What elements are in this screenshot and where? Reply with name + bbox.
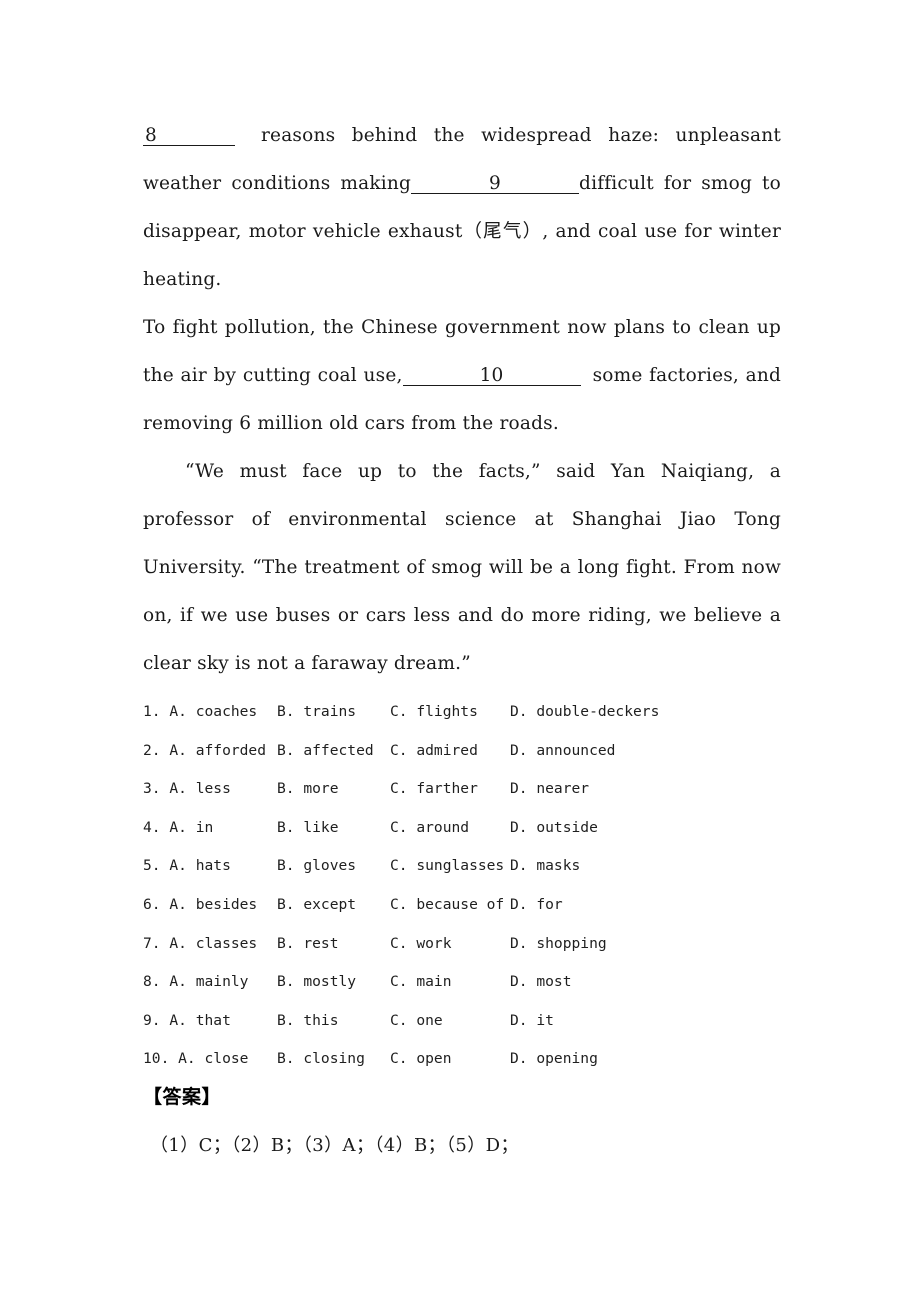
option-d[interactable]: D. announced <box>510 737 615 765</box>
option-d[interactable]: D. outside <box>510 814 598 842</box>
passage-paragraph-1: 8 reasons behind the widespread haze: unp… <box>143 112 781 304</box>
option-b[interactable]: B. like <box>277 814 339 842</box>
option-d[interactable]: D. double-deckers <box>510 698 659 726</box>
option-a[interactable]: 4. A. in <box>143 814 213 842</box>
option-a[interactable]: 1. A. coaches <box>143 698 257 726</box>
blank-10[interactable]: 10 <box>402 366 581 387</box>
option-b[interactable]: B. more <box>277 775 339 803</box>
blank-9[interactable]: 9 <box>411 174 580 195</box>
option-b[interactable]: B. except <box>277 891 356 919</box>
answer-key-heading: 【答案】 <box>143 1086 222 1108</box>
option-c[interactable]: C. around <box>390 814 469 842</box>
option-a[interactable]: 5. A. hats <box>143 852 231 880</box>
option-d[interactable]: D. shopping <box>510 930 607 958</box>
option-d[interactable]: D. it <box>510 1007 554 1035</box>
question-row-5: 5. A. hats B. gloves C. sunglasses D. ma… <box>143 852 783 891</box>
question-row-2: 2. A. afforded B. affected C. admired D.… <box>143 737 783 776</box>
question-row-4: 4. A. in B. like C. around D. outside <box>143 814 783 853</box>
question-row-10: 10. A. close B. closing C. open D. openi… <box>143 1045 783 1084</box>
option-a[interactable]: 9. A. that <box>143 1007 231 1035</box>
option-c[interactable]: C. admired <box>390 737 478 765</box>
option-b[interactable]: B. trains <box>277 698 356 726</box>
blank-8[interactable]: 8 <box>143 126 235 147</box>
passage-paragraph-2: To fight pollution, the Chinese governme… <box>143 304 781 448</box>
option-d[interactable]: D. nearer <box>510 775 589 803</box>
option-b[interactable]: B. this <box>277 1007 339 1035</box>
passage-paragraph-3: “We must face up to the facts,” said Yan… <box>143 461 781 674</box>
question-row-7: 7. A. classes B. rest C. work D. shoppin… <box>143 930 783 969</box>
option-c[interactable]: C. one <box>390 1007 443 1035</box>
option-d[interactable]: D. for <box>510 891 563 919</box>
option-b[interactable]: B. rest <box>277 930 339 958</box>
option-b[interactable]: B. mostly <box>277 968 356 996</box>
option-a[interactable]: 10. A. close <box>143 1045 248 1073</box>
option-a[interactable]: 2. A. afforded <box>143 737 266 765</box>
option-c[interactable]: C. main <box>390 968 452 996</box>
question-row-9: 9. A. that B. this C. one D. it <box>143 1007 783 1046</box>
option-b[interactable]: B. gloves <box>277 852 356 880</box>
option-a[interactable]: 3. A. less <box>143 775 231 803</box>
question-row-6: 6. A. besides B. except C. because of D.… <box>143 891 783 930</box>
passage-body: 8 reasons behind the widespread haze: unp… <box>143 112 781 688</box>
option-c[interactable]: C. flights <box>390 698 478 726</box>
document-page: 8 reasons behind the widespread haze: unp… <box>0 0 920 1302</box>
option-c[interactable]: C. sunglasses <box>390 852 504 880</box>
option-a[interactable]: 7. A. classes <box>143 930 257 958</box>
option-d[interactable]: D. most <box>510 968 572 996</box>
question-row-8: 8. A. mainly B. mostly C. main D. most <box>143 968 783 1007</box>
question-row-1: 1. A. coaches B. trains C. flights D. do… <box>143 698 783 737</box>
option-c[interactable]: C. farther <box>390 775 478 803</box>
question-options-list: 1. A. coaches B. trains C. flights D. do… <box>143 698 783 1084</box>
answer-key-line: （1）C；（2）B；（3）A；（4）B；（5）D； <box>150 1135 519 1156</box>
option-c[interactable]: C. open <box>390 1045 452 1073</box>
option-d[interactable]: D. opening <box>510 1045 598 1073</box>
option-d[interactable]: D. masks <box>510 852 580 880</box>
option-b[interactable]: B. affected <box>277 737 374 765</box>
option-b[interactable]: B. closing <box>277 1045 365 1073</box>
option-a[interactable]: 8. A. mainly <box>143 968 248 996</box>
option-c[interactable]: C. because of <box>390 891 504 919</box>
option-a[interactable]: 6. A. besides <box>143 891 257 919</box>
option-c[interactable]: C. work <box>390 930 452 958</box>
question-row-3: 3. A. less B. more C. farther D. nearer <box>143 775 783 814</box>
